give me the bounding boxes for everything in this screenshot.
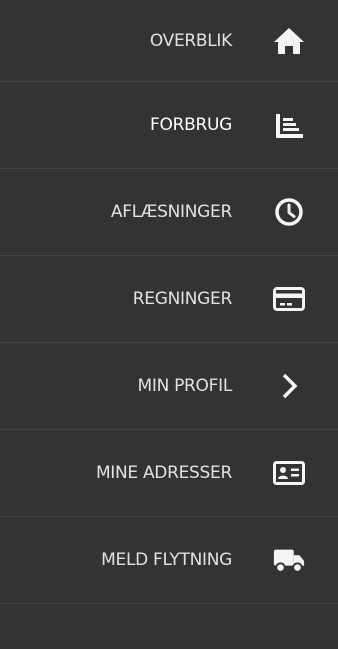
bar-chart-icon — [272, 108, 306, 142]
clock-icon — [272, 195, 306, 229]
side-menu: OVERBLIK FORBRUG AFLÆSNINGER REGNINGER M… — [0, 0, 338, 604]
chevron-right-icon — [272, 369, 306, 403]
menu-item-label: OVERBLIK — [149, 30, 232, 51]
menu-item-label: REGNINGER — [132, 289, 233, 309]
menu-item-label: FORBRUG — [150, 115, 232, 135]
menu-item-label: MIN PROFIL — [137, 376, 232, 396]
menu-item-label: MELD FLYTNING — [101, 550, 232, 570]
credit-card-icon — [272, 282, 306, 316]
id-card-icon — [272, 456, 306, 490]
home-icon — [272, 24, 306, 58]
menu-item-aflaesninger[interactable]: AFLÆSNINGER — [0, 169, 338, 256]
truck-icon — [272, 543, 306, 577]
menu-item-meld-flytning[interactable]: MELD FLYTNING — [0, 517, 338, 604]
menu-item-min-profil[interactable]: MIN PROFIL — [0, 343, 338, 430]
menu-item-label: MINE ADRESSER — [95, 463, 232, 483]
menu-item-mine-adresser[interactable]: MINE ADRESSER — [0, 430, 338, 517]
menu-item-label: AFLÆSNINGER — [110, 202, 232, 222]
menu-item-overblik[interactable]: OVERBLIK — [0, 0, 338, 82]
menu-item-regninger[interactable]: REGNINGER — [0, 256, 338, 343]
menu-item-forbrug[interactable]: FORBRUG — [0, 82, 338, 169]
